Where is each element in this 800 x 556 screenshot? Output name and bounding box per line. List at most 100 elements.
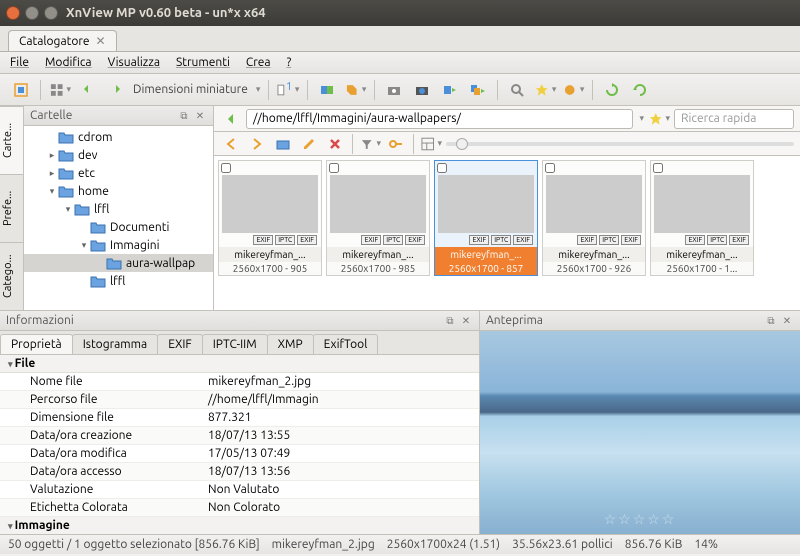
path-input[interactable]: //home/lffl/Immagini/aura-wallpapers/ [246,109,633,129]
tree-node[interactable]: Documenti [24,218,213,236]
batch-convert-button[interactable] [467,79,489,101]
sort-button[interactable]: 1→5▾ [277,79,299,101]
thumbnail-item[interactable]: EXIFIPTCEXIFmikereyfman_...2560x1700 - 9… [326,160,430,276]
prop-row: Data/ora creazione18/07/13 13:55 [0,427,479,445]
tree-node[interactable]: ▾Immagini [24,236,213,254]
compare-button[interactable] [316,79,338,101]
viewmode-button[interactable]: ▾ [49,79,71,101]
menu-crea[interactable]: Crea [246,56,271,69]
rotate-left-button[interactable] [77,79,99,101]
thumb-caption: mikereyfman_... [543,247,645,262]
window-title: XnView MP v0.60 beta - un*x x64 [66,6,266,20]
go-forward-button[interactable] [246,133,268,155]
prop-group[interactable]: File [0,355,479,373]
tree-node[interactable]: cdrom [24,128,213,146]
info-tab[interactable]: ExifTool [313,334,379,354]
thumb-image [438,175,534,233]
property-list[interactable]: FileNome filemikereyfman_2.jpgPercorso f… [0,355,479,534]
window-close-button[interactable] [6,6,20,20]
info-tab[interactable]: IPTC-IIM [202,334,268,354]
search-input[interactable]: Ricerca rapida [674,109,794,129]
info-undock-icon[interactable]: ⧉ [443,314,457,328]
window-minimize-button[interactable] [25,6,39,20]
thumbnail-view[interactable]: EXIFIPTCEXIFmikereyfman_...2560x1700 - 9… [214,156,800,310]
tree-node[interactable]: ▸etc [24,164,213,182]
document-tabbar: Catalogatore ✕ [0,26,800,52]
layout-button[interactable]: ▾ [420,133,442,155]
tree-node[interactable]: ▾home [24,182,213,200]
delete-button[interactable] [324,133,346,155]
thumbnail-item[interactable]: EXIFIPTCEXIFmikereyfman_...2560x1700 - 8… [434,160,538,276]
thumbnail-item[interactable]: EXIFIPTCEXIFmikereyfman_...2560x1700 - 9… [542,160,646,276]
tag-button[interactable]: ▾ [344,79,366,101]
folder-tree[interactable]: cdrom▸dev▸etc▾home▾lfflDocumenti▾Immagin… [24,126,213,310]
thumb-checkbox[interactable] [329,163,339,173]
key-button[interactable] [385,133,407,155]
main-toolbar: ▾ Dimensioni miniature▾ 1→5▾ ▾ ▾ ▾ [0,74,800,106]
rating-stars[interactable]: ☆☆☆☆☆ [604,511,677,528]
menu-strumenti[interactable]: Strumenti [176,56,230,69]
thumb-checkbox[interactable] [437,163,447,173]
thumb-checkbox[interactable] [221,163,231,173]
info-close-icon[interactable]: ✕ [459,314,473,328]
prop-value: 17/05/13 07:49 [200,445,479,462]
thumb-caption: mikereyfman_... [435,247,537,262]
refresh-button[interactable] [601,79,623,101]
rotate-right-button[interactable] [105,79,127,101]
rename-button[interactable] [298,133,320,155]
path-dropdown-icon[interactable]: ▾ [639,113,644,124]
nav-back-button[interactable] [220,108,242,130]
zoom-slider[interactable] [446,142,794,146]
prop-key: Data/ora modifica [0,445,200,462]
prop-group[interactable]: Immagine [0,517,479,534]
thumb-caption: mikereyfman_... [327,247,429,262]
menu-help[interactable]: ? [287,56,292,69]
sidetab-preferiti[interactable]: Prefe... [0,174,23,242]
preview-close-icon[interactable]: ✕ [780,314,794,328]
thumbsize-label[interactable]: Dimensioni miniature [133,83,248,96]
prop-key: Dimensione file [0,409,200,426]
thumb-checkbox[interactable] [545,163,555,173]
window-titlebar: XnView MP v0.60 beta - un*x x64 [0,0,800,26]
svg-text:1→5: 1→5 [286,82,293,93]
thumbnail-item[interactable]: EXIFIPTCEXIFmikereyfman_...2560x1700 - 9… [218,160,322,276]
new-folder-button[interactable] [272,133,294,155]
info-tab[interactable]: EXIF [157,334,203,354]
tree-node[interactable]: lffl [24,272,213,290]
menu-visualizza[interactable]: Visualizza [108,56,160,69]
thumbnail-item[interactable]: EXIFIPTCEXIFmikereyfman_...2560x1700 - 1… [650,160,754,276]
menu-modifica[interactable]: Modifica [45,56,92,69]
sidetab-cartelle[interactable]: Carte... [0,106,23,174]
info-tab[interactable]: Proprietà [0,334,73,354]
fullscreen-button[interactable] [10,79,32,101]
info-tab[interactable]: XMP [267,334,314,354]
sidetab-categorie[interactable]: Catego... [0,242,23,310]
close-pane-icon[interactable]: ✕ [193,109,207,123]
tree-node[interactable]: ▸dev [24,146,213,164]
reload-button[interactable] [629,79,651,101]
convert-button[interactable] [439,79,461,101]
filter-button[interactable]: ▾ [359,133,381,155]
search-button[interactable] [506,79,528,101]
prop-row: Percorso file//home/lffl/Immagin [0,391,479,409]
tree-node[interactable]: ▾lffl [24,200,213,218]
capture-button[interactable] [411,79,433,101]
prop-key: Percorso file [0,391,200,408]
thumb-checkbox[interactable] [653,163,663,173]
window-maximize-button[interactable] [44,6,58,20]
rating-filter-button[interactable]: ▾ [534,79,556,101]
tree-node[interactable]: aura-wallpap [24,254,213,272]
color-filter-button[interactable]: ▾ [562,79,584,101]
preview-undock-icon[interactable]: ⧉ [764,314,778,328]
tab-catalogatore[interactable]: Catalogatore ✕ [8,30,117,51]
favorite-button[interactable]: ▾ [648,108,670,130]
preview-header: Anteprima ⧉ ✕ [480,311,800,331]
menu-file[interactable]: File [10,56,29,69]
undock-icon[interactable]: ⧉ [177,109,191,123]
tab-close-icon[interactable]: ✕ [96,34,106,48]
acquire-button[interactable] [383,79,405,101]
go-back-button[interactable] [220,133,242,155]
preview-image[interactable]: ☆☆☆☆☆ [480,331,800,534]
info-tab[interactable]: Istogramma [72,334,158,354]
prop-value: Non Colorato [200,499,479,516]
